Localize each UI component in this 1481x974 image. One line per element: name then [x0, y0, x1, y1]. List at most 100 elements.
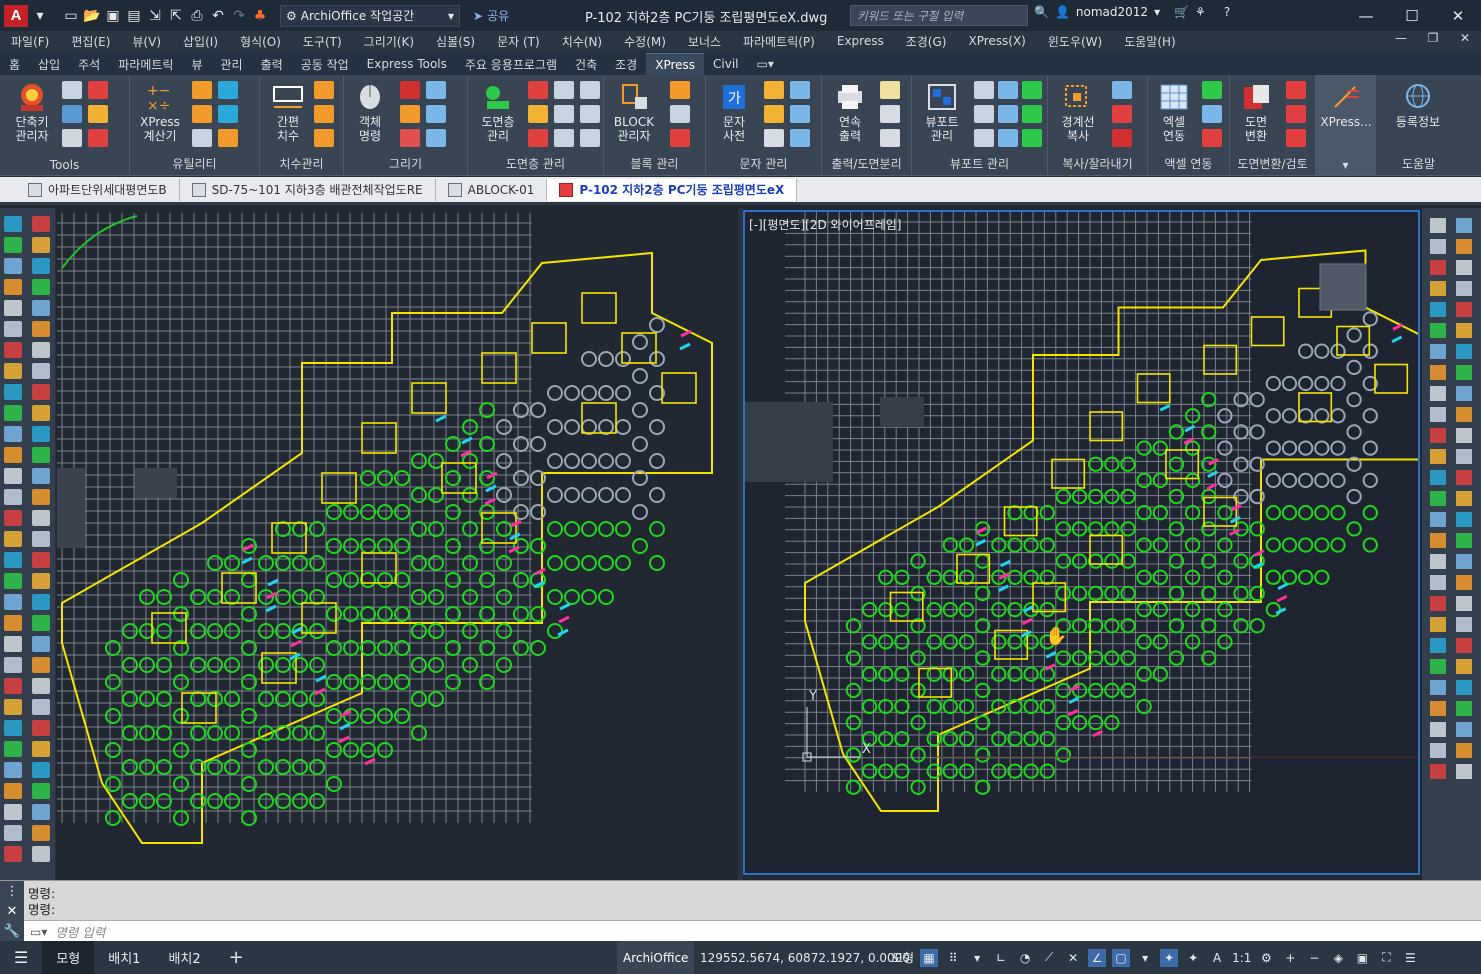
tool-icon[interactable] [4, 804, 22, 820]
menu-modify[interactable]: 수정(M) [613, 33, 677, 50]
tool-icon[interactable] [32, 762, 50, 778]
ribbon-tab[interactable]: Express Tools [358, 53, 456, 75]
tool-icon[interactable] [4, 573, 22, 589]
tool-icon[interactable] [192, 105, 212, 123]
minus-icon[interactable]: − [1305, 949, 1323, 967]
undo-icon[interactable]: ↶ [209, 7, 227, 25]
drawing-convert-button[interactable]: 도면 변환 [1230, 81, 1282, 143]
tool-icon[interactable] [4, 510, 22, 526]
tool-icon[interactable] [1286, 129, 1306, 147]
share-button[interactable]: ➤ 공유 [473, 7, 509, 24]
tool-icon[interactable] [4, 321, 22, 337]
tool-icon[interactable] [1456, 365, 1472, 380]
cart-icon[interactable]: 🛒 [1174, 5, 1189, 19]
menu-text[interactable]: 문자 (T) [486, 33, 551, 50]
tool-icon[interactable] [1430, 533, 1446, 548]
tool-icon[interactable] [4, 384, 22, 400]
tool-icon[interactable] [32, 657, 50, 673]
tool-icon[interactable] [1456, 302, 1472, 317]
minimize-button[interactable]: — [1343, 0, 1389, 31]
menu-window[interactable]: 윈도우(W) [1037, 33, 1113, 50]
tool-icon[interactable] [32, 384, 50, 400]
tool-icon[interactable] [1430, 428, 1446, 443]
plus-icon[interactable]: + [1281, 949, 1299, 967]
tool-icon[interactable] [88, 81, 108, 99]
tool-icon[interactable] [4, 363, 22, 379]
tool-icon[interactable] [974, 129, 994, 147]
layout-tab[interactable]: 배치2 [154, 941, 214, 974]
tool-icon[interactable] [4, 678, 22, 694]
isodraft-icon[interactable]: ⟋ [1040, 949, 1058, 967]
tool-icon[interactable] [580, 81, 600, 99]
ribbon-tab[interactable]: 주요 응용프로그램 [456, 53, 566, 75]
chevron-down-icon[interactable]: ▾ [968, 949, 986, 967]
menu-view[interactable]: 뷰(V) [121, 33, 172, 50]
tool-icon[interactable] [32, 741, 50, 757]
menu-format[interactable]: 형식(O) [229, 33, 292, 50]
registration-info-button[interactable]: 등록정보 [1392, 81, 1444, 129]
tool-icon[interactable] [4, 594, 22, 610]
ribbon-minimize-toggle[interactable]: ▭▾ [748, 53, 783, 75]
tool-icon[interactable] [192, 81, 212, 99]
tool-icon[interactable] [4, 741, 22, 757]
tool-icon[interactable] [400, 81, 420, 99]
app-menu-button[interactable]: A [4, 4, 28, 27]
annotation-scale-icon[interactable]: ✦ [1184, 949, 1202, 967]
simple-dimension-button[interactable]: 간편 치수 [262, 81, 314, 143]
tool-icon[interactable] [32, 783, 50, 799]
tool-icon[interactable] [1430, 638, 1446, 653]
osnap-icon[interactable]: ▢ [1112, 948, 1131, 967]
help-icon[interactable]: ? [1224, 5, 1230, 19]
tool-icon[interactable] [400, 129, 420, 147]
tool-icon[interactable] [1456, 596, 1472, 611]
layer-manager-button[interactable]: 도면층 관리 [472, 81, 524, 143]
close-button[interactable]: ✕ [1435, 0, 1481, 31]
layout-tab[interactable]: 배치1 [94, 941, 154, 974]
tool-icon[interactable] [1430, 449, 1446, 464]
tool-icon[interactable] [790, 105, 810, 123]
menu-express[interactable]: Express [826, 34, 895, 48]
tool-icon[interactable] [4, 783, 22, 799]
tool-icon[interactable] [32, 636, 50, 652]
xpress-calculator-button[interactable]: +− ×÷ XPress 계산기 [134, 81, 186, 143]
tool-icon[interactable] [1430, 386, 1446, 401]
tool-icon[interactable] [32, 615, 50, 631]
menu-symbol[interactable]: 심볼(S) [425, 33, 486, 50]
tool-icon[interactable] [1430, 323, 1446, 338]
ribbon-tab[interactable]: 건축 [566, 53, 606, 75]
menu-xpress[interactable]: XPress(X) [957, 34, 1036, 48]
share-network-icon[interactable]: ⚘ [1195, 5, 1206, 19]
tool-icon[interactable] [1112, 81, 1132, 99]
tool-icon[interactable] [218, 105, 238, 123]
tool-icon[interactable] [1456, 617, 1472, 632]
import-icon[interactable]: ⇲ [146, 7, 164, 25]
tool-icon[interactable] [1430, 365, 1446, 380]
tool-icon[interactable] [4, 489, 22, 505]
tool-icon[interactable] [4, 552, 22, 568]
object-command-button[interactable]: 객체 명령 [344, 81, 396, 143]
viewport-left[interactable] [57, 208, 738, 880]
tool-icon[interactable] [1430, 470, 1446, 485]
tool-icon[interactable] [192, 129, 212, 147]
batch-plot-button[interactable]: 연속 출력 [824, 81, 876, 143]
file-tab-active[interactable]: P-102 지하2층 PC기둥 조립평면도eX [547, 178, 798, 201]
menu-landscape[interactable]: 조경(G) [895, 33, 958, 50]
excel-link-button[interactable]: 엑셀 연동 [1148, 81, 1200, 143]
viewcube[interactable] [1319, 263, 1367, 311]
tool-icon[interactable] [1202, 105, 1222, 123]
menu-bonus[interactable]: 보너스 [677, 33, 732, 50]
tool-icon[interactable] [4, 279, 22, 295]
layout-tab-model[interactable]: 모형 [42, 941, 95, 974]
tool-icon[interactable] [4, 615, 22, 631]
menu-draw[interactable]: 그리기(K) [353, 33, 425, 50]
gear-icon[interactable]: ⚙ [1257, 949, 1275, 967]
tool-icon[interactable] [32, 447, 50, 463]
tool-icon[interactable] [4, 846, 22, 862]
tool-icon[interactable] [32, 321, 50, 337]
tool-icon[interactable] [32, 678, 50, 694]
save-icon[interactable]: ▣ [104, 7, 122, 25]
menu-edit[interactable]: 편집(E) [60, 33, 121, 50]
tool-icon[interactable] [32, 258, 50, 274]
tool-icon[interactable] [554, 129, 574, 147]
menu-insert[interactable]: 삽입(I) [172, 33, 229, 50]
